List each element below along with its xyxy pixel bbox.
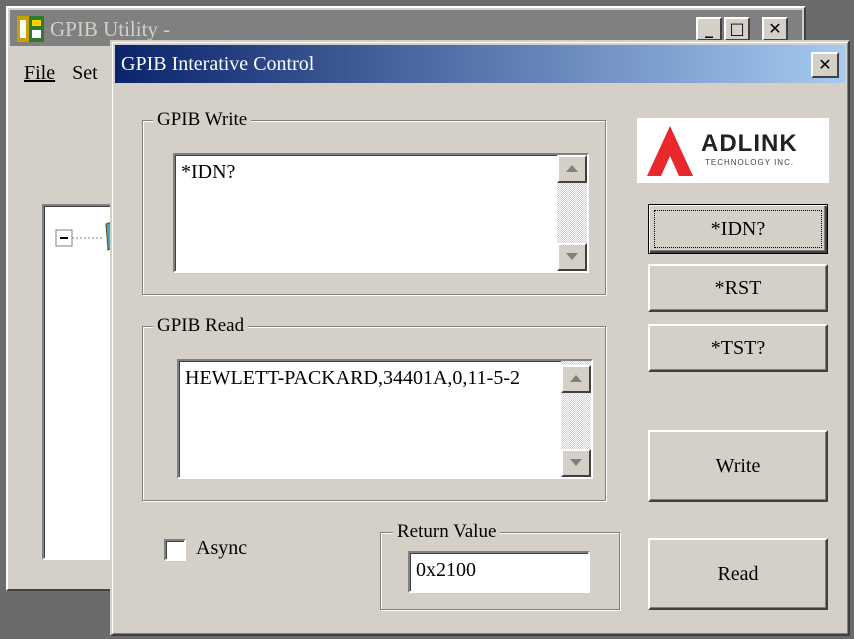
read-scrollbar[interactable] bbox=[561, 361, 591, 477]
rst-button-label: *RST bbox=[714, 276, 762, 299]
return-value-text: 0x2100 bbox=[416, 559, 476, 581]
menu-setting[interactable]: Set bbox=[72, 62, 98, 84]
write-scroll-down-button[interactable] bbox=[557, 243, 587, 271]
tst-button-label: *TST? bbox=[710, 336, 766, 359]
back-close-button[interactable]: ✕ bbox=[762, 17, 788, 41]
close-icon: ✕ bbox=[768, 19, 782, 38]
gpib-read-group: GPIB Read HEWLETT-PACKARD,34401A,0,11-5-… bbox=[142, 313, 606, 501]
return-value-label: Return Value bbox=[393, 519, 501, 545]
minimize-button[interactable]: _ bbox=[696, 17, 722, 41]
adlink-mark-icon bbox=[647, 126, 693, 176]
dialog-close-button[interactable]: ✕ bbox=[811, 52, 839, 78]
menu-file[interactable]: File bbox=[24, 62, 55, 84]
dialog-titlebar[interactable]: GPIB Interative Control ✕ bbox=[115, 45, 845, 83]
arrow-up-icon bbox=[566, 165, 578, 172]
maximize-button[interactable]: □ bbox=[724, 17, 750, 41]
adlink-brand: ADLINK bbox=[701, 130, 798, 157]
close-icon: ✕ bbox=[818, 55, 832, 74]
arrow-up-icon bbox=[570, 375, 582, 382]
back-window-title: GPIB Utility - bbox=[50, 17, 171, 41]
arrow-down-icon bbox=[566, 253, 578, 260]
read-button[interactable]: Read bbox=[648, 538, 828, 610]
focus-rect bbox=[654, 210, 822, 248]
idn-button[interactable]: *IDN? bbox=[648, 204, 828, 254]
write-scroll-up-button[interactable] bbox=[557, 155, 587, 183]
gpib-read-text: HEWLETT-PACKARD,34401A,0,11-5-2 bbox=[185, 367, 520, 389]
read-scroll-up-button[interactable] bbox=[561, 365, 591, 393]
write-scrollbar[interactable] bbox=[557, 155, 587, 271]
back-menubar: File Set bbox=[24, 62, 110, 85]
write-button[interactable]: Write bbox=[648, 430, 828, 502]
gpib-write-input[interactable]: *IDN? bbox=[173, 153, 589, 273]
gpib-read-label: GPIB Read bbox=[153, 313, 249, 339]
gpib-interactive-control-dialog: GPIB Interative Control ✕ GPIB Write *ID… bbox=[110, 40, 850, 636]
gpib-write-group: GPIB Write *IDN? bbox=[142, 107, 606, 295]
return-value-field: 0x2100 bbox=[408, 551, 590, 593]
arrow-down-icon bbox=[570, 459, 582, 466]
async-label[interactable]: Async bbox=[196, 537, 247, 560]
tst-button[interactable]: *TST? bbox=[648, 324, 828, 372]
read-scroll-down-button[interactable] bbox=[561, 449, 591, 477]
gpib-write-label: GPIB Write bbox=[153, 107, 252, 133]
dialog-title: GPIB Interative Control bbox=[121, 53, 315, 75]
maximize-icon: □ bbox=[729, 19, 745, 38]
adlink-tagline: TECHNOLOGY INC. bbox=[705, 158, 795, 167]
gpib-app-icon bbox=[17, 16, 44, 42]
adlink-logo: ADLINK TECHNOLOGY INC. bbox=[637, 118, 829, 183]
gpib-read-output[interactable]: HEWLETT-PACKARD,34401A,0,11-5-2 bbox=[177, 359, 593, 479]
write-button-label: Write bbox=[715, 454, 761, 477]
gpib-write-text: *IDN? bbox=[181, 161, 236, 183]
async-checkbox[interactable] bbox=[164, 539, 186, 561]
rst-button[interactable]: *RST bbox=[648, 264, 828, 312]
read-button-label: Read bbox=[717, 562, 759, 585]
minimize-icon: _ bbox=[705, 19, 713, 38]
